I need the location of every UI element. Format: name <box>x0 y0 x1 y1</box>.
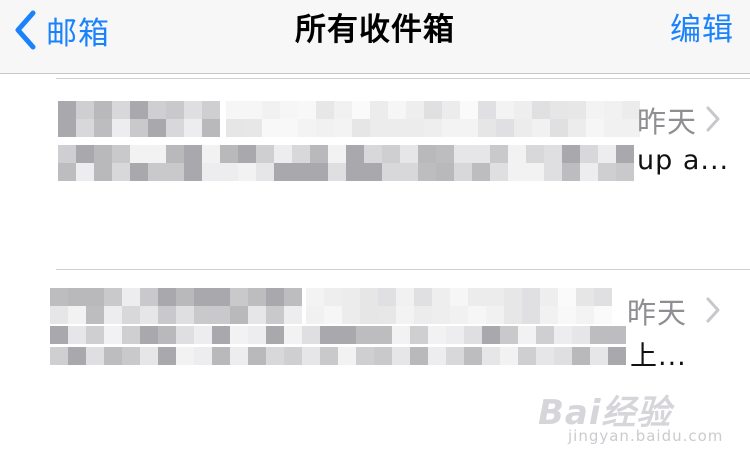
redacted-sender <box>50 288 302 324</box>
baidu-jingyan-watermark: Bai经验 jingyan.baidu.com <box>530 385 722 445</box>
mail-date: 昨天 <box>627 296 688 330</box>
chevron-right-icon <box>705 296 721 328</box>
mail-preview-tail: 上... <box>630 341 687 372</box>
redacted-sender <box>58 101 220 137</box>
chevron-right-icon <box>705 105 721 137</box>
navigation-bar: 邮箱 所有收件箱 编辑 <box>0 0 750 74</box>
watermark-url: jingyan.baidu.com <box>568 427 724 445</box>
mail-date: 昨天 <box>637 105 698 139</box>
redacted-subject <box>306 288 612 324</box>
redacted-subject <box>226 101 640 137</box>
redacted-preview <box>50 326 626 368</box>
mail-preview-tail: up a... <box>637 145 730 176</box>
list-item[interactable]: 昨天 up a... <box>0 79 750 269</box>
page-title: 所有收件箱 <box>295 12 455 48</box>
edit-button[interactable]: 编辑 <box>670 8 734 52</box>
redacted-preview <box>58 145 634 181</box>
